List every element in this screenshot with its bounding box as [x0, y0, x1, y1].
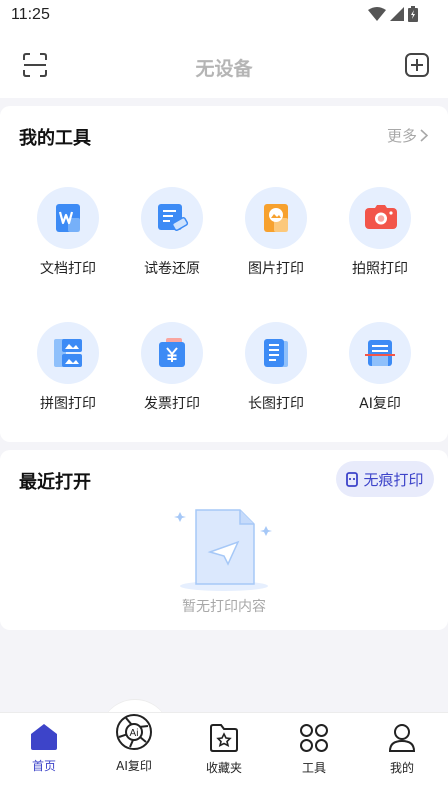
nav-label: 首页: [31, 759, 56, 773]
svg-text:Ai: Ai: [130, 728, 139, 739]
more-link[interactable]: 更多: [387, 125, 428, 146]
tool-ai-copy[interactable]: AI复印: [330, 322, 430, 413]
invoice-icon: [159, 338, 185, 367]
nav-label: 工具: [301, 761, 326, 775]
tool-collage-print[interactable]: 拼图打印: [18, 322, 118, 413]
home-icon: [31, 724, 57, 750]
nav-tools[interactable]: 工具: [284, 723, 344, 776]
tool-label: 发票打印: [144, 396, 200, 412]
tool-invoice-print[interactable]: 发票打印: [122, 322, 222, 413]
ai-copy-icon: [365, 340, 395, 366]
more-label: 更多: [386, 127, 417, 145]
incognito-print-button[interactable]: 无痕打印: [336, 461, 434, 497]
empty-state-text: 暂无打印内容: [182, 599, 266, 615]
tool-label: 拍照打印: [352, 261, 408, 277]
recent-card: 最近打开 无痕打印 暂无打印内容: [0, 450, 448, 630]
camera-icon: [365, 205, 397, 229]
profile-icon: [388, 724, 416, 752]
favorites-folder-icon: [210, 724, 238, 752]
grid-tools-icon: [300, 724, 328, 752]
add-square-icon: [405, 53, 429, 77]
tool-photo-print[interactable]: 拍照打印: [330, 187, 430, 278]
incognito-icon: [346, 471, 359, 487]
tool-label: 图片打印: [248, 261, 304, 277]
tool-label: 试卷还原: [144, 261, 200, 277]
tool-label: 拼图打印: [40, 396, 96, 412]
nav-label: AI复印: [116, 759, 152, 773]
image-icon: [264, 204, 288, 232]
ai-aperture-icon: Ai: [116, 714, 152, 750]
exam-erase-icon: [158, 204, 189, 231]
tool-invoice-print-icon-bg: [141, 322, 203, 384]
tool-image-print[interactable]: 图片打印: [226, 187, 326, 278]
nav-ai-copy[interactable]: Ai AI复印: [104, 713, 164, 774]
recent-title: 最近打开: [19, 472, 91, 493]
long-image-icon: [264, 339, 288, 367]
status-time: 11:25: [11, 6, 50, 23]
my-tools-card: 我的工具 更多 文档打印 试卷还原 图片打印 拍照打印 拼图打印 发票打印 长图…: [0, 106, 448, 442]
incognito-label: 无痕打印: [363, 470, 424, 489]
nav-label: 我的: [389, 761, 414, 775]
tool-exam-restore-icon-bg: [141, 187, 203, 249]
status-bar: 11:25: [0, 0, 448, 32]
nav-home[interactable]: 首页: [14, 723, 74, 774]
collage-icon: [54, 339, 82, 367]
tool-label: AI复印: [359, 396, 401, 412]
tool-long-image-print[interactable]: 长图打印: [226, 322, 326, 413]
empty-document-illustration: [174, 509, 272, 591]
tool-long-image-print-icon-bg: [245, 322, 307, 384]
chevron-right-icon: [420, 129, 428, 142]
tool-doc-print-icon-bg: [37, 187, 99, 249]
device-status-title: 无设备: [195, 58, 253, 80]
my-tools-title: 我的工具: [19, 128, 91, 149]
status-icons: [368, 6, 418, 22]
nav-favorites[interactable]: 收藏夹: [194, 723, 254, 776]
wifi-icon: [368, 7, 386, 21]
tool-photo-print-icon-bg: [349, 187, 411, 249]
tool-ai-copy-icon-bg: [349, 322, 411, 384]
tool-label: 文档打印: [40, 261, 96, 277]
battery-icon: [408, 6, 418, 22]
bottom-nav: 首页 Ai AI复印 收藏夹 工具 我的: [0, 712, 448, 796]
tool-doc-print[interactable]: 文档打印: [18, 187, 118, 278]
nav-label: 收藏夹: [205, 761, 242, 775]
tool-image-print-icon-bg: [245, 187, 307, 249]
tool-label: 长图打印: [248, 396, 304, 412]
signal-icon: [390, 7, 404, 21]
tool-exam-restore[interactable]: 试卷还原: [122, 187, 222, 278]
tool-collage-print-icon-bg: [37, 322, 99, 384]
nav-profile[interactable]: 我的: [372, 723, 432, 776]
word-doc-icon: [56, 204, 80, 232]
app-header: 无设备: [0, 32, 448, 98]
add-device-button[interactable]: [404, 52, 430, 78]
